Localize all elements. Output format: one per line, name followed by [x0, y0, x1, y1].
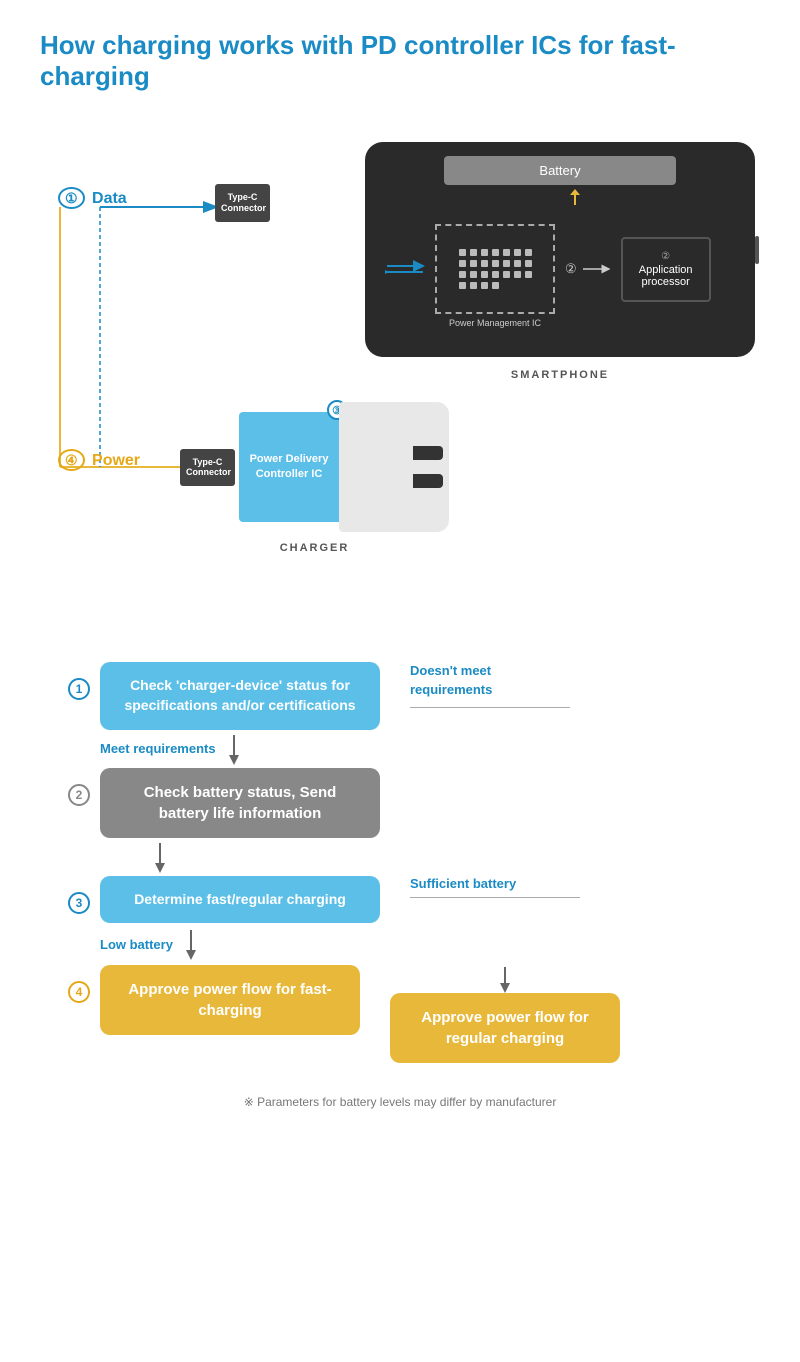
- step3-arrow-row: Low battery: [100, 923, 760, 965]
- step4b-box: Approve power flow for regular charging: [390, 993, 620, 1063]
- charger: Type-C Connector ③ Power Delivery Contro…: [180, 402, 449, 532]
- step3-content: Determine fast/regular charging Sufficie…: [100, 876, 760, 924]
- step1-arrow-row: Meet requirements: [100, 730, 760, 768]
- low-battery-label: Low battery: [100, 937, 173, 952]
- down-arrow-2-icon: [150, 841, 170, 873]
- power-label: ④ Power: [58, 452, 140, 470]
- step4-row: 4 Approve power flow for fast-charging A…: [40, 965, 760, 1063]
- battery-arrow-icon: [567, 189, 583, 207]
- step4-num-wrap: 4: [40, 965, 90, 1003]
- charger-label: CHARGER: [280, 542, 350, 554]
- pmic-dots: [459, 249, 532, 289]
- down-arrow-4b-icon: [495, 965, 515, 993]
- page-container: How charging works with PD controller IC…: [0, 0, 800, 1141]
- charger-white-body: [339, 402, 449, 532]
- step4-circle: 4: [68, 981, 90, 1003]
- step3-circle: 3: [68, 892, 90, 914]
- step2-row: 2 Check battery status, Send battery lif…: [40, 768, 760, 838]
- phone-side-button: [755, 236, 759, 264]
- step2-diag-label: ②: [565, 261, 577, 277]
- step2-circle: 2: [68, 784, 90, 806]
- flowchart-section: 1 Check 'charger-device' status for spec…: [40, 662, 760, 1111]
- typec-connector-charger: Type-C Connector: [180, 449, 235, 487]
- step2-ap-badge: ②: [631, 251, 701, 262]
- step2-content: Check battery status, Send battery life …: [100, 768, 380, 838]
- step3-row: 3 Determine fast/regular charging Suffic…: [40, 876, 760, 924]
- step1-box: Check 'charger-device' status for specif…: [100, 662, 380, 729]
- application-processor: ② Application processor: [621, 237, 711, 302]
- step4-boxes: Approve power flow for fast-charging App…: [100, 965, 620, 1063]
- pmic-label: Power Management IC: [449, 318, 541, 328]
- step2-arrow-row: [150, 838, 760, 876]
- sufficient-col: Sufficient battery: [410, 876, 580, 898]
- footnote-row: ※ Parameters for battery levels may diff…: [40, 1093, 760, 1111]
- step1-row: 1 Check 'charger-device' status for spec…: [40, 662, 760, 729]
- step3-num-wrap: 3: [40, 876, 90, 914]
- step4b-wrap: Approve power flow for regular charging: [390, 965, 620, 1063]
- sufficient-label: Sufficient battery: [410, 876, 516, 891]
- pd-ic-box: ③ Power Delivery Controller IC: [239, 412, 339, 522]
- step2-num-wrap: 2: [40, 768, 90, 806]
- charger-body: Type-C Connector ③ Power Delivery Contro…: [180, 402, 449, 532]
- step1-content: Check 'charger-device' status for specif…: [100, 662, 760, 729]
- step1-circle: 1: [68, 678, 90, 700]
- step2-box: Check battery status, Send battery life …: [100, 768, 380, 838]
- footnote-text: ※ Parameters for battery levels may diff…: [244, 1095, 557, 1109]
- smartphone: Battery: [365, 142, 755, 357]
- meet-requirements-label: Meet requirements: [100, 741, 216, 756]
- step1-num-wrap: 1: [40, 662, 90, 700]
- lr-arrows-icon: [385, 259, 425, 279]
- step4a-box: Approve power flow for fast-charging: [100, 965, 360, 1035]
- smartphone-inner: Power Management IC ② ② Application proc: [381, 224, 739, 314]
- plug-prong-top: [413, 446, 443, 460]
- pmic-box: Power Management IC: [435, 224, 555, 314]
- battery-bar: Battery: [444, 156, 677, 185]
- pmic-ap-arrow-icon: [581, 262, 611, 276]
- step1-badge: ①: [58, 187, 85, 209]
- plug-prong-bottom: [413, 474, 443, 488]
- doesnt-meet-label: Doesn't meet requirements: [410, 662, 570, 698]
- diagram-section: ① Data ④ Power Type-C Connector Battery: [40, 122, 760, 622]
- step4-badge: ④: [58, 449, 85, 471]
- main-title: How charging works with PD controller IC…: [40, 30, 760, 92]
- down-arrow-3-icon: [181, 928, 201, 960]
- typec-connector-phone: Type-C Connector: [215, 184, 270, 222]
- smartphone-label: SMARTPHONE: [511, 369, 609, 381]
- data-label: ① Data: [58, 190, 127, 208]
- step3-box: Determine fast/regular charging: [100, 876, 380, 924]
- doesnt-meet-col: Doesn't meet requirements: [410, 662, 570, 707]
- down-arrow-1-icon: [224, 733, 244, 765]
